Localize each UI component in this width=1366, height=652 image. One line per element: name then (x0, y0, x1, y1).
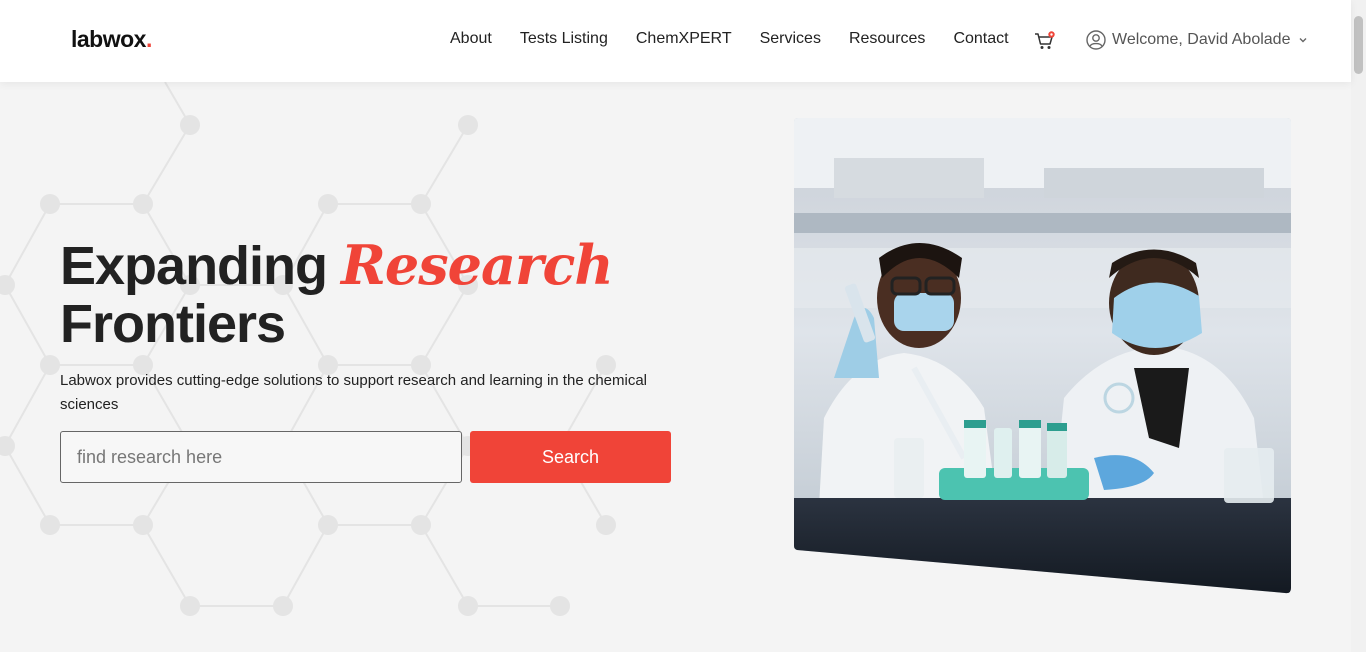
logo-text: labwox (71, 26, 146, 52)
nav-about[interactable]: About (450, 30, 492, 48)
hero-title-part1: Expanding (60, 236, 342, 296)
molecule-pattern-background (0, 82, 616, 616)
search-input[interactable] (60, 431, 462, 483)
nav-chemxpert[interactable]: ChemXPERT (636, 30, 732, 48)
lab-scientists-image (794, 118, 1291, 594)
nav-services[interactable]: Services (760, 30, 821, 48)
nav-contact[interactable]: Contact (953, 30, 1008, 48)
logo-dot: . (145, 26, 152, 52)
main-nav: About Tests Listing ChemXPERT Services R… (450, 30, 1037, 48)
site-header: labwox. About Tests Listing ChemXPERT Se… (0, 0, 1351, 82)
logo[interactable]: labwox. (71, 26, 152, 53)
user-avatar-icon (1086, 30, 1106, 50)
hero-title-part2: Frontiers (60, 294, 286, 354)
chevron-down-icon (1299, 38, 1307, 43)
hero-title-accent: Research (341, 233, 614, 297)
user-greeting: Welcome, David Abolade (1112, 31, 1291, 48)
nav-resources[interactable]: Resources (849, 30, 925, 48)
user-menu[interactable]: Welcome, David Abolade (1086, 30, 1308, 50)
scrollbar-thumb[interactable] (1354, 16, 1363, 74)
hero-subtitle: Labwox provides cutting-edge solutions t… (60, 372, 648, 413)
nav-tests-listing[interactable]: Tests Listing (520, 30, 608, 48)
cart-icon[interactable] (1034, 31, 1056, 51)
page-scrollbar[interactable] (1351, 0, 1366, 652)
hero-title: Expanding Research Frontiers (60, 233, 614, 354)
search-button[interactable]: Search (470, 431, 671, 483)
